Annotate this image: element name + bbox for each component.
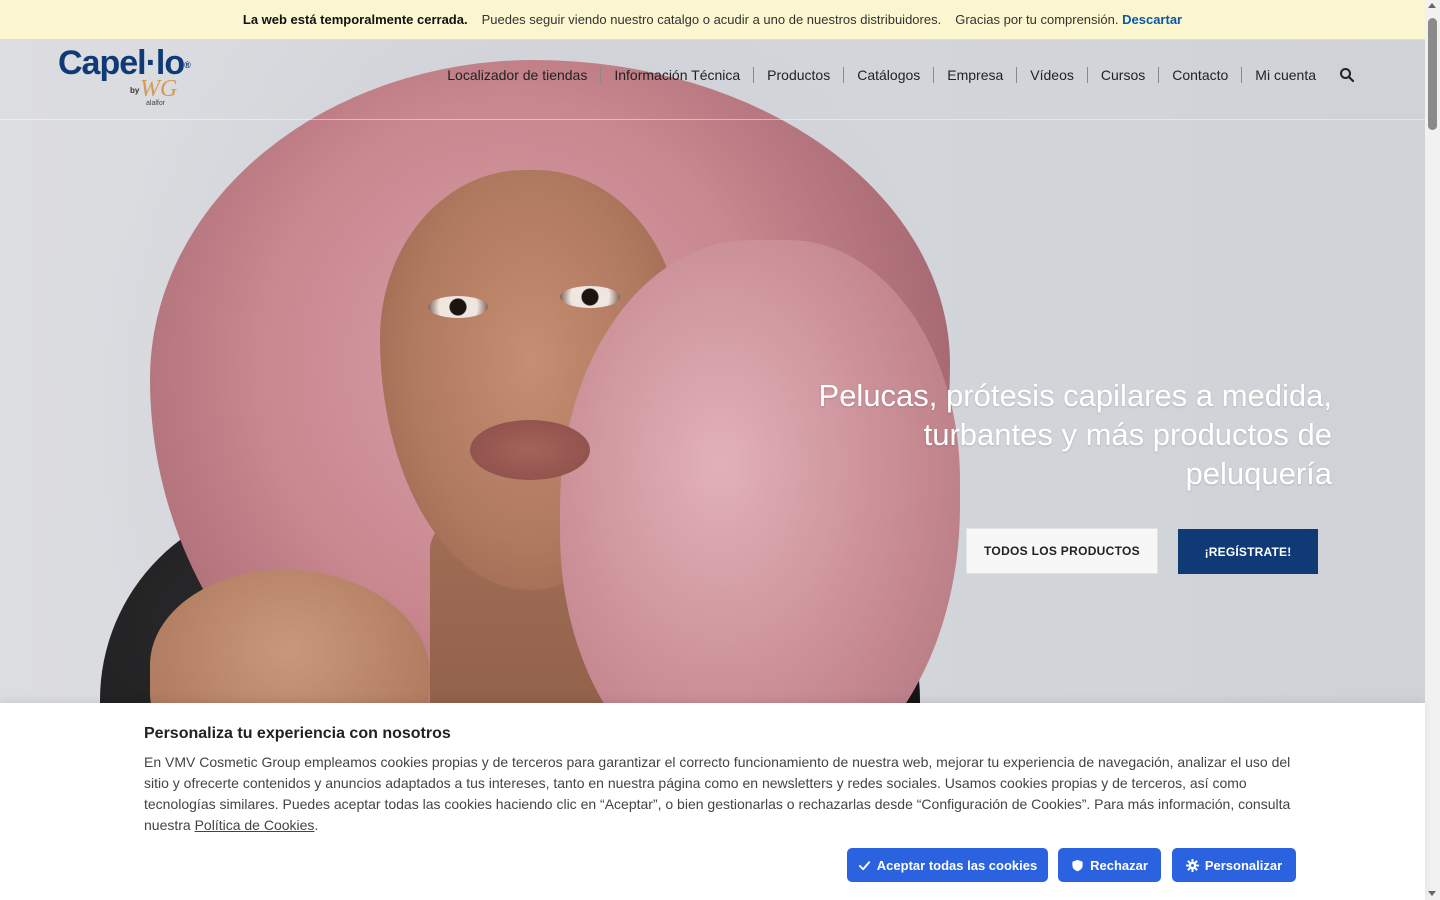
nav-item-technical-info[interactable]: Información Técnica [600,67,753,83]
site-notice-bar: La web está temporalmente cerrada. Puede… [0,0,1425,40]
logo-by-text: by [130,86,140,95]
reject-cookies-button[interactable]: Rechazar [1058,848,1161,882]
nav-item-company[interactable]: Empresa [933,67,1016,83]
nav-item-contact[interactable]: Contacto [1158,67,1241,83]
site-logo[interactable]: Capel·lo® by WG alalfor [58,44,208,116]
register-button[interactable]: ¡REGÍSTRATE! [1178,529,1318,574]
main-navigation: Localizador de tiendas Información Técni… [434,67,1329,83]
check-icon [858,860,870,870]
cookie-title: Personaliza tu experiencia con nosotros [144,725,451,742]
notice-dismiss-link[interactable]: Descartar [1122,12,1182,27]
accept-all-cookies-label: Aceptar todas las cookies [876,857,1038,873]
cookie-period: . [314,817,319,833]
cookie-policy-link[interactable]: Política de Cookies [195,817,315,833]
cookie-body-text: En VMV Cosmetic Group empleamos cookies … [144,752,1294,836]
nav-item-products[interactable]: Productos [753,67,843,83]
notice-text: Puedes seguir viendo nuestro catalgo o a… [481,12,942,27]
hero-eye-right [560,286,620,308]
notice-thanks-text: Gracias por tu comprensión. [955,12,1119,27]
nav-item-catalogs[interactable]: Catálogos [843,67,933,83]
logo-wg-mark: WG [140,76,178,102]
gear-icon [1185,858,1199,872]
page-scrollbar[interactable] [1425,0,1440,900]
hero-headline: Pelucas, prótesis capilares a medida, tu… [818,378,1332,491]
nav-item-store-locator[interactable]: Localizador de tiendas [434,67,600,83]
logo-registered-mark: ® [184,60,191,70]
scroll-up-arrow-icon[interactable] [1428,3,1436,8]
all-products-button[interactable]: TODOS LOS PRODUCTOS [966,528,1158,574]
scroll-down-arrow-icon[interactable] [1428,891,1436,896]
site-header: Capel·lo® by WG alalfor Localizador de t… [0,40,1425,120]
reject-cookies-label: Rechazar [1090,857,1148,873]
notice-strong-text: La web está temporalmente cerrada. [242,12,468,27]
nav-item-videos[interactable]: Vídeos [1016,67,1087,83]
search-icon[interactable] [1339,67,1355,83]
accept-all-cookies-button[interactable]: Aceptar todas las cookies [847,848,1048,882]
nav-item-courses[interactable]: Cursos [1086,67,1158,83]
logo-sub-text: alalfor [146,100,166,107]
customize-cookies-button[interactable]: Personalizar [1172,848,1296,882]
nav-item-my-account[interactable]: Mi cuenta [1241,67,1329,83]
shield-icon [1072,859,1083,871]
cookie-consent-banner: Personaliza tu experiencia con nosotros … [0,703,1425,900]
customize-cookies-label: Personalizar [1204,857,1283,873]
hero-lips-shape [470,420,590,480]
scrollbar-thumb[interactable] [1428,18,1437,130]
hero-eye-left [428,296,488,318]
